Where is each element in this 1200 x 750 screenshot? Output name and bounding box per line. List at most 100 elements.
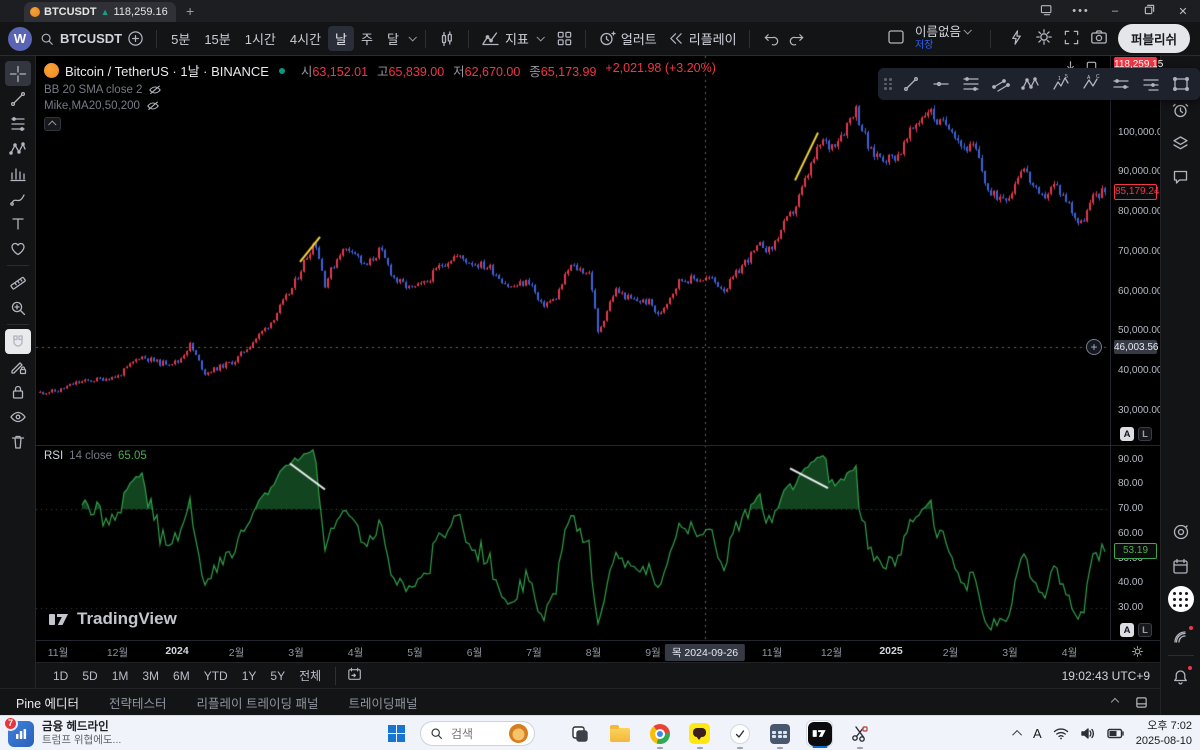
- new-tab-button[interactable]: +: [186, 3, 194, 19]
- timeframe-1d-selected[interactable]: 날: [328, 26, 354, 51]
- timeframe-5m[interactable]: 5분: [164, 26, 197, 51]
- parallel-channel-tool-icon[interactable]: [988, 71, 1014, 97]
- maximize-button[interactable]: [1132, 4, 1166, 18]
- crosshair-tool-icon[interactable]: [5, 61, 31, 86]
- user-avatar[interactable]: W: [8, 27, 32, 51]
- volume-icon[interactable]: [1080, 727, 1096, 740]
- chart-area[interactable]: Bitcoin / TetherUS · 1날 · BINANCE 시63,15…: [36, 56, 1110, 640]
- time-axis[interactable]: 목 2024-09-26 11월12월20242월3월4월5월6월7월8월9월1…: [36, 640, 1160, 662]
- panel-layout-icon[interactable]: [1135, 696, 1148, 709]
- layout-name-menu[interactable]: 이름없음 저장: [915, 26, 973, 51]
- trend-line-tool-icon[interactable]: [5, 86, 31, 111]
- toolbar-drag-handle[interactable]: [884, 78, 892, 90]
- todo-check-icon[interactable]: [726, 720, 753, 747]
- long-position-tool-icon[interactable]: [1108, 71, 1134, 97]
- eye-hidden-icon[interactable]: [146, 100, 160, 112]
- delete-drawings-trash-icon[interactable]: [5, 429, 31, 454]
- eye-hidden-icon[interactable]: [148, 84, 162, 96]
- axis-settings-gear-icon[interactable]: [1131, 645, 1144, 663]
- auto-scale-button[interactable]: A: [1120, 623, 1134, 637]
- indicator-row-ma[interactable]: Mike,MA20,50,200: [44, 100, 716, 112]
- abc-pattern-tool-icon[interactable]: AC: [1078, 71, 1104, 97]
- wifi-icon[interactable]: [1053, 727, 1069, 740]
- session-clock[interactable]: 19:02:43 UTC+9: [1062, 669, 1150, 683]
- range-1m[interactable]: 1M: [105, 667, 136, 685]
- brush-tool-icon[interactable]: [5, 186, 31, 211]
- save-button[interactable]: 저장: [915, 40, 933, 51]
- replay-button[interactable]: 리플레이: [662, 26, 742, 51]
- chart-style-button[interactable]: [433, 27, 461, 51]
- live-streams-icon[interactable]: [1167, 622, 1195, 650]
- lock-all-drawings-icon[interactable]: [5, 379, 31, 404]
- rectangle-tool-icon[interactable]: [1168, 71, 1194, 97]
- range-6m[interactable]: 6M: [166, 667, 197, 685]
- browser-menu-icon[interactable]: •••: [1064, 5, 1098, 17]
- elliott-wave-tool-icon[interactable]: 15: [1048, 71, 1074, 97]
- calculator-icon[interactable]: [766, 720, 793, 747]
- trend-line-tool-icon[interactable]: [898, 71, 924, 97]
- snipping-tool-icon[interactable]: [846, 720, 873, 747]
- layout-select-icon[interactable]: [887, 29, 905, 48]
- ime-indicator[interactable]: A: [1033, 726, 1042, 741]
- fullscreen-icon[interactable]: [1063, 29, 1080, 49]
- alerts-clock-icon[interactable]: [1167, 96, 1195, 124]
- zoom-in-tool-icon[interactable]: [5, 295, 31, 320]
- snapshot-camera-icon[interactable]: [1090, 29, 1108, 48]
- widgets-button[interactable]: 7 금융 헤드라인 트럼프 위협에도...: [8, 720, 121, 748]
- horizontal-ray-tool-icon[interactable]: [928, 71, 954, 97]
- range-5d[interactable]: 5D: [75, 667, 104, 685]
- settings-gear-icon[interactable]: [1035, 28, 1053, 49]
- emoji-heart-tool-icon[interactable]: [5, 236, 31, 261]
- xabcd-pattern-tool-icon[interactable]: [1018, 71, 1044, 97]
- browser-tab[interactable]: BTCUSDT ▲ 118,259.16 +1.54% ✕: [24, 2, 176, 22]
- range-3m[interactable]: 3M: [135, 667, 166, 685]
- symbol-title[interactable]: Bitcoin / TetherUS · 1날 · BINANCE: [65, 61, 269, 80]
- calendar-icon[interactable]: [1167, 552, 1195, 580]
- close-button[interactable]: ✕: [1166, 5, 1200, 18]
- tray-overflow-chevron-icon[interactable]: [1012, 730, 1022, 740]
- publish-button[interactable]: 퍼블리쉬: [1118, 24, 1190, 53]
- kakaotalk-icon[interactable]: [686, 720, 713, 747]
- magnet-mode-icon[interactable]: [5, 329, 31, 354]
- search-highlight-lion-icon[interactable]: [509, 724, 528, 743]
- tab-manager-icon[interactable]: [1030, 4, 1064, 19]
- notifications-bell-icon[interactable]: [1167, 663, 1195, 691]
- redo-button[interactable]: [784, 28, 811, 49]
- timeframe-15m[interactable]: 15분: [197, 26, 237, 51]
- range-1d[interactable]: 1D: [46, 667, 75, 685]
- timeframe-4h[interactable]: 4시간: [283, 26, 328, 51]
- undo-button[interactable]: [757, 28, 784, 49]
- symbol-search[interactable]: BTCUSDT: [40, 31, 122, 46]
- text-tool-icon[interactable]: [5, 211, 31, 236]
- range-all[interactable]: 전체: [292, 665, 328, 686]
- legend-collapse-button[interactable]: [44, 117, 61, 131]
- tab-strategy-tester[interactable]: 전략테스터: [109, 693, 167, 712]
- timeframe-1mo[interactable]: 달: [380, 26, 406, 51]
- chat-icon[interactable]: [1167, 162, 1195, 190]
- tab-trading-panel[interactable]: 트레이딩패널: [348, 693, 417, 712]
- pane-divider[interactable]: [36, 445, 1160, 446]
- range-1y[interactable]: 1Y: [235, 667, 264, 685]
- goto-date-icon[interactable]: [347, 667, 363, 685]
- search-input[interactable]: [449, 726, 501, 742]
- range-ytd[interactable]: YTD: [197, 667, 235, 685]
- rsi-pane-canvas[interactable]: [36, 445, 1110, 640]
- object-tree-layers-icon[interactable]: [1167, 129, 1195, 157]
- fib-retracement-tool-icon[interactable]: [5, 111, 31, 136]
- taskbar-search[interactable]: [420, 721, 535, 746]
- fib-retracement-tool-icon[interactable]: [958, 71, 984, 97]
- expand-panel-chevron-icon[interactable]: [1111, 697, 1119, 705]
- projection-tool-icon[interactable]: [5, 161, 31, 186]
- hide-drawings-eye-icon[interactable]: [5, 404, 31, 429]
- minimize-button[interactable]: –: [1098, 5, 1132, 17]
- quick-search-icon[interactable]: [1008, 29, 1025, 49]
- indicator-row-bb[interactable]: BB 20 SMA close 2: [44, 84, 716, 96]
- log-scale-button[interactable]: L: [1138, 623, 1152, 637]
- tab-replay-trading-panel[interactable]: 리플레이 트레이딩 패널: [197, 693, 319, 712]
- short-position-tool-icon[interactable]: [1138, 71, 1164, 97]
- timeframe-chevron-icon[interactable]: [408, 33, 416, 41]
- rsi-legend[interactable]: RSI 14 close 65.05: [44, 450, 147, 462]
- taskbar-clock[interactable]: 오후 7:02 2025-08-10: [1136, 719, 1192, 748]
- alert-button[interactable]: 얼러트: [593, 26, 662, 51]
- range-5y[interactable]: 5Y: [263, 667, 292, 685]
